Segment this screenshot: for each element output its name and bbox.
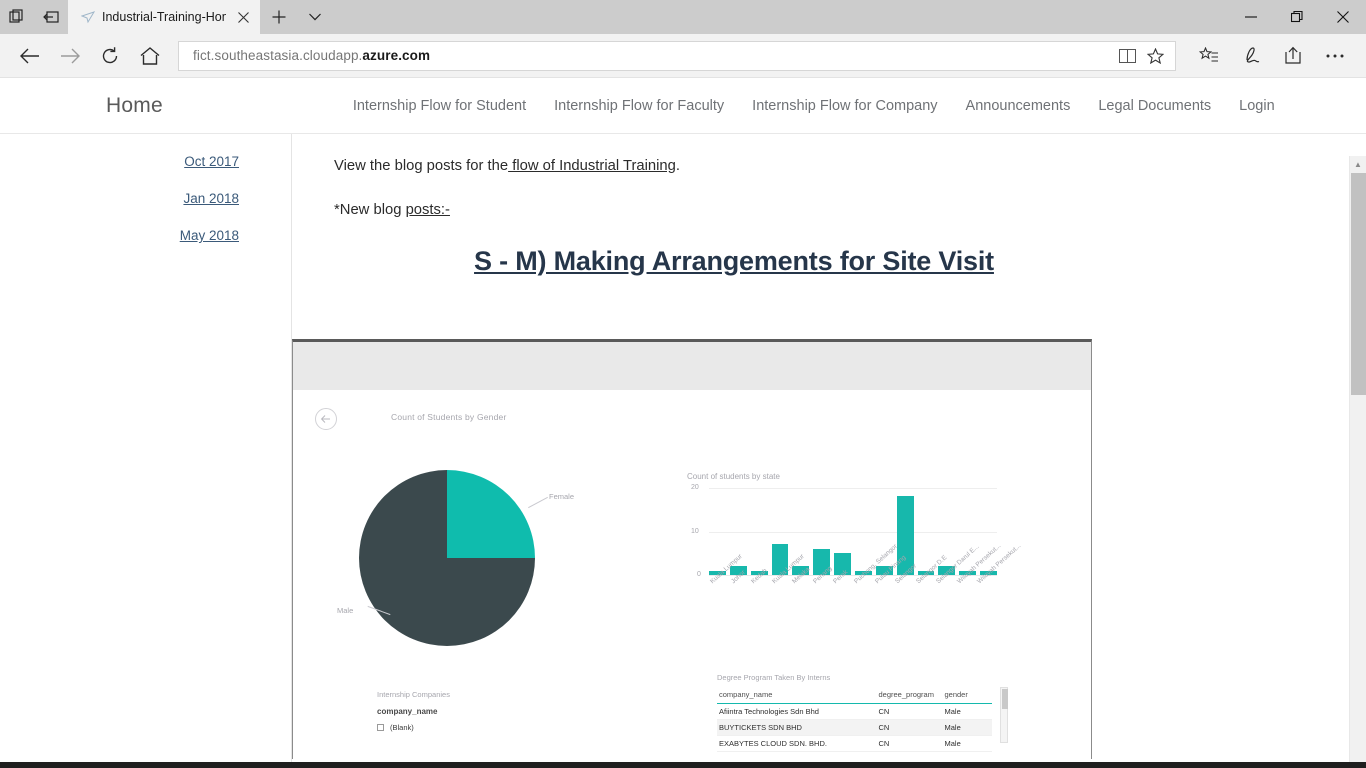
minimize-button[interactable]: [1228, 0, 1274, 34]
new-tab-icon[interactable]: [260, 0, 298, 34]
sidebar-item-may-2018[interactable]: May 2018: [0, 228, 291, 243]
cell-gender: Male: [942, 719, 992, 736]
cell-company_name: BUYTICKETS SDN BHD: [717, 719, 877, 736]
sidebar-item-oct-2017[interactable]: Oct 2017: [0, 154, 291, 169]
scrollbar-thumb[interactable]: [1351, 173, 1366, 395]
taskbar-strip: [0, 762, 1366, 768]
table-scroll-track[interactable]: [1000, 687, 1008, 743]
new-posts-paragraph: *New blog posts:-: [334, 202, 1366, 218]
maximize-button[interactable]: [1274, 0, 1320, 34]
site-header: Home Internship Flow for Student Interns…: [0, 78, 1366, 134]
gender-pie-chart[interactable]: Female Male: [337, 470, 574, 650]
internship-companies-slicer[interactable]: Internship Companies company_name (Blank…: [377, 690, 587, 738]
slicer-item-blank[interactable]: (Blank): [377, 723, 587, 732]
address-toolbar: fict.southeastasia.cloudapp.azure.com: [0, 34, 1366, 78]
cell-degree_program: CN: [876, 719, 943, 736]
nav-item-legal-documents[interactable]: Legal Documents: [1098, 98, 1211, 114]
new-posts-link[interactable]: posts:-: [406, 202, 450, 218]
reading-view-icon[interactable]: [1113, 43, 1141, 69]
pie-leader-line-female: [528, 496, 548, 509]
cell-company_name: EXABYTES CLOUD SDN. BHD.: [717, 735, 877, 752]
page-scrollbar[interactable]: ▲ ▼: [1349, 156, 1366, 768]
intro-period: .: [675, 158, 681, 174]
report-back-icon[interactable]: [315, 408, 337, 430]
pie-label-male: Male: [337, 606, 354, 615]
report-canvas: Count of Students by Gender Female Male …: [293, 390, 1091, 762]
pie-chart-title: Count of Students by Gender: [391, 412, 507, 422]
window-controls: [1228, 0, 1366, 34]
cell-gender: Male: [942, 703, 992, 720]
cell-degree_program: CN: [876, 735, 943, 752]
table-header-row: company_name degree_program gender: [717, 688, 992, 704]
pie-slices: [359, 470, 535, 646]
cell-company_name: Afiintra Technologies Sdn Bhd: [717, 703, 877, 720]
site-brand-home[interactable]: Home: [106, 94, 163, 118]
table-row[interactable]: BUYTICKETS SDN BHD CN Male: [717, 719, 992, 736]
chevron-down-icon[interactable]: [298, 0, 332, 34]
slicer-field-label: company_name: [377, 707, 438, 716]
bar-chart-title: Count of students by state: [687, 472, 780, 481]
table-scroll-thumb[interactable]: [1002, 689, 1008, 709]
flow-of-industrial-training-link[interactable]: flow of Industrial Training: [508, 158, 676, 174]
intro-text: View the blog posts for the: [334, 158, 509, 174]
table-row[interactable]: Afiintra Technologies Sdn Bhd CN Male: [717, 703, 992, 720]
y-tick-0: 0: [697, 571, 701, 578]
table-scrollbar[interactable]: [1000, 687, 1008, 743]
page-body: Oct 2017 Jan 2018 May 2018 View the blog…: [0, 134, 1366, 768]
cell-gender: Male: [942, 735, 992, 752]
main-content: View the blog posts for the flow of Indu…: [292, 134, 1366, 768]
embedded-powerbi-report: Count of Students by Gender Female Male …: [292, 339, 1092, 762]
favorite-star-icon[interactable]: [1141, 43, 1169, 69]
page-favicon: [80, 9, 96, 25]
cell-degree_program: CN: [876, 703, 943, 720]
slicer-title: Internship Companies: [377, 690, 450, 699]
y-tick-10: 10: [691, 528, 699, 535]
degree-program-table-visual[interactable]: Degree Program Taken By Interns company_…: [717, 673, 1008, 752]
table-title: Degree Program Taken By Interns: [717, 673, 831, 682]
more-options-icon[interactable]: [1314, 37, 1356, 75]
page-title: S - M) Making Arrangements for Site Visi…: [474, 246, 994, 276]
nav-item-internship-flow-student[interactable]: Internship Flow for Student: [353, 98, 526, 114]
back-icon[interactable]: [10, 37, 50, 75]
scroll-up-icon[interactable]: ▲: [1350, 156, 1366, 173]
browser-window: Industrial-Training-Hom fict.southeastas…: [0, 0, 1366, 768]
address-bar[interactable]: fict.southeastasia.cloudapp.azure.com: [178, 40, 1176, 71]
tab-preview-icon[interactable]: [0, 0, 34, 34]
refresh-icon[interactable]: [90, 37, 130, 75]
close-button[interactable]: [1320, 0, 1366, 34]
checkbox-icon[interactable]: [377, 724, 384, 731]
title-bar: Industrial-Training-Hom: [0, 0, 1366, 34]
state-bar-chart[interactable]: Count of students by state 20 10 0 Kuala…: [687, 472, 1023, 632]
bar-x-axis-labels: Kuala Lumpur Johor Kedah Kuala Lumpur Melaka…: [709, 543, 1023, 628]
web-notes-icon[interactable]: [1230, 37, 1272, 75]
report-toolbar-band: [293, 342, 1091, 390]
tab-title: Industrial-Training-Hom: [102, 10, 226, 24]
browser-tab[interactable]: Industrial-Training-Hom: [68, 0, 260, 34]
nav-item-login[interactable]: Login: [1239, 98, 1274, 114]
home-icon[interactable]: [130, 37, 170, 75]
close-tab-icon[interactable]: [232, 6, 254, 28]
url-text: fict.southeastasia.cloudapp.azure.com: [193, 48, 431, 63]
page-viewport: Home Internship Flow for Student Interns…: [0, 78, 1366, 768]
hub-favorites-icon[interactable]: [1188, 37, 1230, 75]
forward-icon[interactable]: [50, 37, 90, 75]
column-header-gender[interactable]: gender: [942, 688, 992, 704]
column-header-degree-program[interactable]: degree_program: [876, 688, 943, 704]
slicer-item-label: (Blank): [390, 723, 414, 732]
column-header-company-name[interactable]: company_name: [717, 688, 877, 704]
y-tick-20: 20: [691, 484, 699, 491]
new-posts-text: *New blog: [334, 202, 406, 218]
share-icon[interactable]: [1272, 37, 1314, 75]
nav-item-internship-flow-company[interactable]: Internship Flow for Company: [752, 98, 937, 114]
intro-paragraph: View the blog posts for the flow of Indu…: [334, 158, 1366, 174]
nav-item-internship-flow-faculty[interactable]: Internship Flow for Faculty: [554, 98, 724, 114]
site-navigation: Internship Flow for Student Internship F…: [353, 98, 1275, 114]
sidebar-item-jan-2018[interactable]: Jan 2018: [0, 191, 291, 206]
table-row[interactable]: EXABYTES CLOUD SDN. BHD. CN Male: [717, 735, 992, 752]
degree-program-table: company_name degree_program gender Afiin…: [717, 688, 992, 752]
set-aside-tabs-icon[interactable]: [34, 0, 68, 34]
pie-label-female: Female: [549, 492, 575, 501]
nav-item-announcements[interactable]: Announcements: [966, 98, 1071, 114]
archive-sidebar: Oct 2017 Jan 2018 May 2018: [0, 134, 292, 768]
